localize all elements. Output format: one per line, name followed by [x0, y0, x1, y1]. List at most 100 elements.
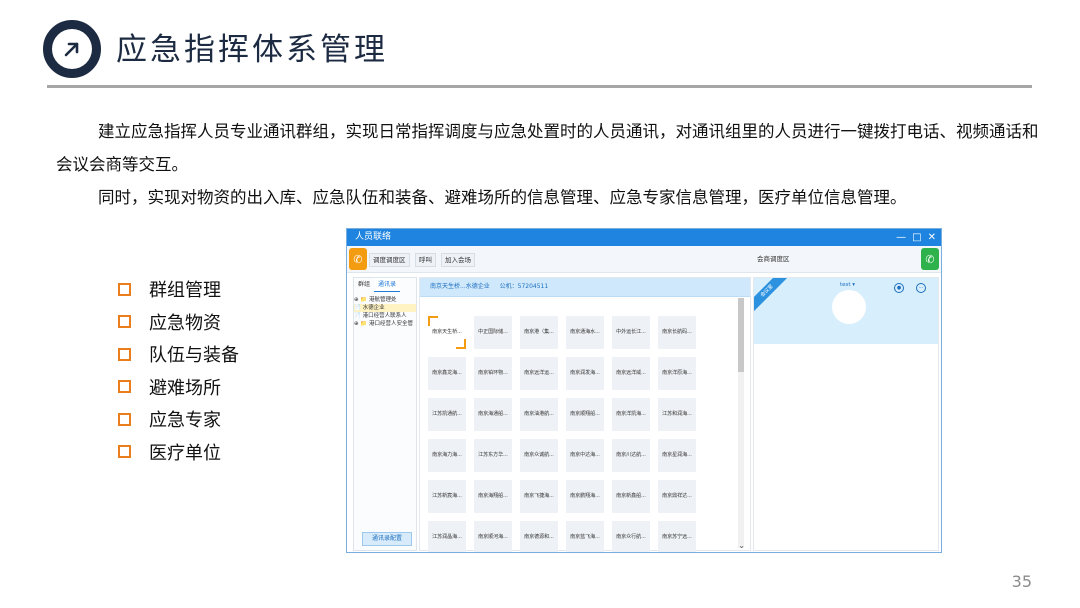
contact-card[interactable]: 南京铂环物...	[474, 357, 512, 390]
phone-icon: ✆	[353, 252, 363, 266]
record-icon[interactable]: ●	[894, 283, 904, 293]
header-icon-ring	[52, 29, 92, 69]
close-icon[interactable]: ✕	[928, 229, 936, 246]
page-title: 应急指挥体系管理	[116, 32, 388, 68]
contact-card[interactable]: 南京众诚航...	[520, 439, 558, 472]
bullet-square-icon	[118, 380, 131, 394]
company-name: 南京天生桥...水德企业	[430, 283, 490, 290]
contact-app-window: 人员联络 — □ ✕ ✆ 调度调度区 呼叫 加入会场 会商调度区 ✆ 群组 通讯…	[346, 228, 942, 553]
minimize-icon[interactable]: —	[896, 229, 906, 246]
contact-card[interactable]: 南京海翔船...	[474, 480, 512, 513]
contact-card[interactable]: 南京飞捷海...	[520, 480, 558, 513]
window-controls: — □ ✕	[896, 229, 936, 246]
contact-card[interactable]: 南京星润海...	[658, 439, 696, 472]
scope-paragraph: 同时，实现对物资的出入库、应急队伍和装备、避难场所的信息管理、应急专家信息管理，…	[98, 188, 907, 207]
contact-card[interactable]: 南京众行航...	[612, 521, 650, 552]
bullet-square-icon	[118, 445, 131, 459]
contact-card[interactable]: 南京港（集...	[520, 316, 558, 349]
feature-list: 群组管理 应急物资 队伍与装备 避难场所 应急专家 医疗单位	[118, 273, 239, 468]
meeting-area-label: 会商调度区	[757, 255, 790, 263]
contact-card[interactable]: 南京天生桥...	[428, 316, 466, 349]
contact-card[interactable]: 南京苏宁远...	[658, 521, 696, 552]
contact-card[interactable]: 南京蓝飞海...	[566, 521, 604, 552]
tree-node[interactable]: 📄 港口经营人联系人	[354, 312, 416, 320]
feature-label: 应急物资	[149, 312, 221, 334]
scrollbar[interactable]	[738, 298, 744, 548]
contact-card[interactable]: 南京洋凯海...	[612, 398, 650, 431]
feature-item: 避难场所	[118, 371, 239, 404]
join-meeting-button[interactable]: 加入会场	[441, 253, 475, 267]
company-header: 南京天生桥...水德企业 公机：57204511	[420, 278, 750, 297]
tree-node[interactable]: ⊕ 📁 港口经营人安全管	[354, 320, 416, 328]
tab-contacts[interactable]: 通讯录	[374, 278, 401, 292]
meeting-ribbon: 会议室	[754, 278, 789, 313]
contact-card[interactable]: 南京德源和...	[520, 521, 558, 552]
contact-card[interactable]: 南京川达航...	[612, 439, 650, 472]
feature-item: 群组管理	[118, 273, 239, 306]
app-titlebar: 人员联络 — □ ✕	[347, 229, 941, 246]
contact-grid-panel: 南京天生桥...水德企业 公机：57204511 南京天生桥... 中正国际储..…	[419, 277, 751, 552]
bullet-square-icon	[118, 315, 131, 329]
tree-node[interactable]: ⊕ 📁 港航管理处	[354, 296, 416, 304]
panel-tabs: 群组 通讯录	[354, 278, 416, 292]
contact-card[interactable]: 中正国际储...	[474, 316, 512, 349]
more-icon[interactable]: ⋯	[916, 283, 926, 293]
contact-card[interactable]: 南京顺翔船...	[566, 398, 604, 431]
tree-node[interactable]: 📄 水德企业	[354, 304, 416, 312]
phone-call-button[interactable]: ✆	[349, 248, 367, 270]
meeting-panel: 会议室 test ▾ ● ⋯	[753, 277, 939, 551]
hangup-button[interactable]: ✆	[921, 248, 939, 270]
contact-card[interactable]: 南京海通船...	[474, 398, 512, 431]
page-number: 35	[1011, 572, 1032, 591]
tab-groups[interactable]: 群组	[354, 278, 374, 292]
contact-card[interactable]: 南京润发海...	[566, 357, 604, 390]
contact-card[interactable]: 南京鑫龙海...	[428, 357, 466, 390]
feature-item: 应急物资	[118, 306, 239, 339]
arrow-glyph	[64, 42, 79, 57]
meeting-user-label[interactable]: test ▾	[840, 282, 855, 288]
contact-card[interactable]: 江苏东方华...	[474, 439, 512, 472]
call-button[interactable]: 呼叫	[415, 253, 436, 267]
contact-card[interactable]: 南京油港航...	[520, 398, 558, 431]
contact-card[interactable]: 江苏和润海...	[658, 398, 696, 431]
phone-icon: ✆	[925, 252, 935, 266]
contact-card[interactable]: 江苏新宸海...	[428, 480, 466, 513]
dispatch-button[interactable]: 调度调度区	[369, 253, 410, 267]
company-phone: 公机：57204511	[499, 283, 549, 290]
feature-label: 避难场所	[149, 377, 221, 399]
contact-card[interactable]: 中外运长江...	[612, 316, 650, 349]
feature-item: 医疗单位	[118, 436, 239, 469]
feature-label: 群组管理	[149, 280, 221, 302]
feature-item: 应急专家	[118, 403, 239, 436]
feature-label: 队伍与装备	[149, 345, 239, 367]
chevron-down-icon[interactable]: ⌄	[738, 541, 745, 550]
contact-card[interactable]: 南京洋原海...	[658, 357, 696, 390]
contact-card[interactable]: 南京新鑫船...	[612, 480, 650, 513]
maximize-icon[interactable]: □	[912, 229, 921, 246]
contact-card[interactable]: 江苏凯通航...	[428, 398, 466, 431]
contact-card[interactable]: 南京远洋运...	[520, 357, 558, 390]
contact-card[interactable]: 南京长航码...	[658, 316, 696, 349]
contact-card[interactable]: 南京通海水...	[566, 316, 604, 349]
contact-card[interactable]: 南京鼎祥达...	[658, 480, 696, 513]
feature-item: 队伍与装备	[118, 338, 239, 371]
meeting-header: 会议室 test ▾ ● ⋯	[754, 278, 938, 344]
feature-label: 应急专家	[149, 410, 221, 432]
contact-card[interactable]: 南京鹏翔海...	[566, 480, 604, 513]
contact-card[interactable]: 南京顺河海...	[474, 521, 512, 552]
scroll-thumb[interactable]	[738, 298, 744, 372]
feature-label: 医疗单位	[149, 442, 221, 464]
contact-card[interactable]: 南京海力海...	[428, 439, 466, 472]
group-panel: 群组 通讯录 ⊕ 📁 港航管理处 📄 水德企业 📄 港口经营人联系人 ⊕ 📁 港…	[353, 277, 417, 551]
bullet-square-icon	[118, 412, 131, 426]
intro-paragraph: 建立应急指挥人员专业通讯群组，实现日常指挥调度与应急处置时的人员通讯，对通讯组里…	[56, 122, 1039, 174]
contact-card[interactable]: 南京远洋威...	[612, 357, 650, 390]
contact-card[interactable]: 南京中达海...	[566, 439, 604, 472]
contacts-config-button[interactable]: 通讯录配置	[362, 532, 412, 546]
app-window-title: 人员联络	[355, 232, 392, 242]
contact-card[interactable]: 江苏润晶海...	[428, 521, 466, 552]
contact-tree: ⊕ 📁 港航管理处 📄 水德企业 📄 港口经营人联系人 ⊕ 📁 港口经营人安全管	[354, 292, 416, 328]
bullet-square-icon	[118, 282, 131, 296]
title-divider	[47, 85, 1032, 88]
bullet-square-icon	[118, 347, 131, 361]
